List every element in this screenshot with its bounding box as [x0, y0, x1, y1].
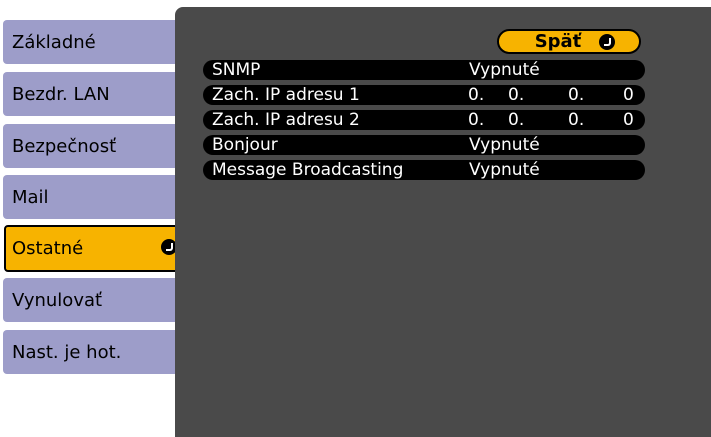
- setting-label: Bonjour: [212, 135, 278, 155]
- tab-bezdr-lan[interactable]: Bezdr. LAN: [3, 72, 181, 116]
- setting-value: Vypnuté: [469, 135, 540, 155]
- ip-octet[interactable]: 0.: [568, 109, 584, 131]
- setting-value: Vypnuté: [469, 60, 540, 80]
- tab-nast-je-hot[interactable]: Nast. je hot.: [3, 330, 181, 374]
- setting-row-ip1[interactable]: Zach. IP adresu 1 0. 0. 0. 0: [203, 85, 645, 105]
- ip-octet[interactable]: 0: [623, 109, 634, 131]
- tab-vynulovat[interactable]: Vynulovať: [3, 278, 181, 322]
- enter-icon: [599, 34, 615, 50]
- ip-octet[interactable]: 0: [623, 84, 634, 106]
- tab-label: Základné: [12, 31, 96, 53]
- setting-row-message-broadcasting[interactable]: Message Broadcasting Vypnuté: [203, 160, 645, 180]
- setting-label: Zach. IP adresu 1: [212, 85, 360, 105]
- back-button[interactable]: Späť: [497, 29, 641, 54]
- setting-label: Zach. IP adresu 2: [212, 110, 360, 130]
- ip-octet[interactable]: 0.: [468, 109, 484, 131]
- tab-label: Bezpečnosť: [12, 135, 117, 157]
- tab-label: Nast. je hot.: [12, 341, 122, 363]
- setting-row-bonjour[interactable]: Bonjour Vypnuté: [203, 135, 645, 155]
- ip-octet[interactable]: 0.: [568, 84, 584, 106]
- ip-octet[interactable]: 0.: [508, 84, 524, 106]
- setting-label: SNMP: [212, 60, 261, 80]
- tab-label: Bezdr. LAN: [12, 83, 110, 105]
- ip-octet[interactable]: 0.: [468, 84, 484, 106]
- tab-mail[interactable]: Mail: [3, 175, 181, 219]
- tab-label: Mail: [12, 186, 49, 208]
- tab-bezpecnost[interactable]: Bezpečnosť: [3, 124, 181, 168]
- ip-octet[interactable]: 0.: [508, 109, 524, 131]
- tab-zakladne[interactable]: Základné: [3, 20, 181, 64]
- back-button-label: Späť: [534, 31, 582, 52]
- setting-row-snmp[interactable]: SNMP Vypnuté: [203, 60, 645, 80]
- tab-label: Ostatné: [12, 238, 84, 259]
- setting-value: Vypnuté: [469, 160, 540, 180]
- setting-label: Message Broadcasting: [212, 160, 404, 180]
- setting-row-ip2[interactable]: Zach. IP adresu 2 0. 0. 0. 0: [203, 110, 645, 130]
- tab-label: Vynulovať: [12, 289, 103, 311]
- tab-ostatne[interactable]: Ostatné: [4, 225, 186, 272]
